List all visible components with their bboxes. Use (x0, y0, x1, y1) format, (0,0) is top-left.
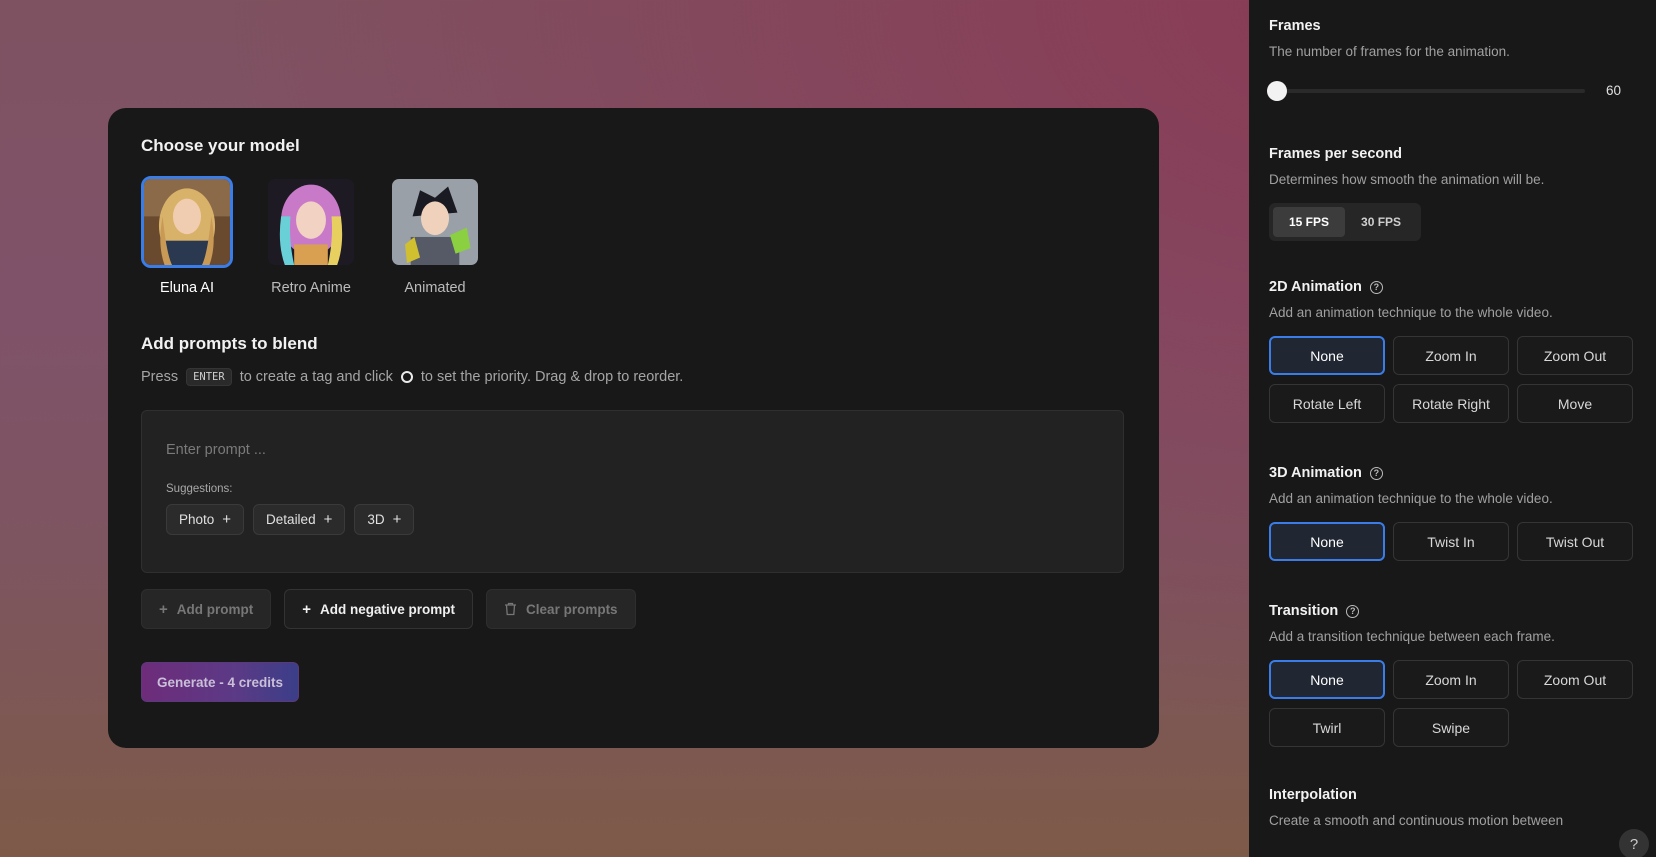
portrait-image (392, 179, 478, 265)
settings-panel: Frames The number of frames for the anim… (1249, 0, 1656, 857)
prompts-title: Add prompts to blend (141, 334, 318, 353)
suggestion-chip-3d[interactable]: 3D + (354, 504, 415, 535)
add-prompt-button[interactable]: + Add prompt (141, 589, 272, 629)
help-circle-icon[interactable]: ? (1346, 604, 1360, 618)
transition-zoom-out[interactable]: Zoom Out (1517, 660, 1633, 699)
frames-title: Frames (1269, 18, 1321, 34)
frames-slider-row: 60 (1267, 80, 1636, 101)
anim2d-rotate-right[interactable]: Rotate Right (1393, 384, 1509, 423)
transition-none[interactable]: None (1269, 660, 1385, 699)
hint-mid: to create a tag and click (239, 369, 393, 385)
prompt-hint: Press ENTER to create a tag and click to… (141, 368, 1126, 386)
model-thumbnail-animated (389, 176, 481, 268)
button-label: Add negative prompt (320, 601, 456, 617)
choose-model-title: Choose your model (141, 136, 300, 155)
model-thumbnail-retro (265, 176, 357, 268)
priority-circle-icon (400, 371, 413, 383)
suggestion-chip-photo[interactable]: Photo + (166, 504, 245, 535)
anim3d-twist-out[interactable]: Twist Out (1517, 522, 1633, 561)
anim2d-options: None Zoom In Zoom Out Rotate Left Rotate… (1269, 336, 1636, 423)
interpolation-desc: Create a smooth and continuous motion be… (1269, 813, 1564, 828)
prompt-box: Suggestions: Photo + Detailed + 3D + (141, 410, 1124, 573)
slider-handle[interactable] (1267, 80, 1287, 101)
clear-prompts-button[interactable]: Clear prompts (486, 589, 636, 629)
model-list: Eluna AI Retro Anime Animated (141, 176, 1126, 296)
fps-toggle: 15 FPS 30 FPS (1269, 203, 1422, 241)
help-button[interactable]: ? (1619, 829, 1649, 857)
model-label: Eluna AI (159, 280, 214, 296)
anim2d-move[interactable]: Move (1517, 384, 1633, 423)
fps-15-button[interactable]: 15 FPS (1273, 207, 1346, 237)
anim2d-zoom-in[interactable]: Zoom In (1393, 336, 1509, 375)
button-label: Add prompt (176, 601, 254, 617)
anim2d-title: 2D Animation ? (1269, 279, 1636, 295)
button-label: Clear prompts (526, 601, 618, 617)
anim2d-zoom-out[interactable]: Zoom Out (1517, 336, 1633, 375)
prompt-actions: + Add prompt + Add negative prompt Clear… (141, 589, 1126, 629)
anim2d-rotate-left[interactable]: Rotate Left (1269, 384, 1385, 423)
chip-label: 3D (367, 512, 385, 527)
plus-icon: + (159, 600, 168, 618)
anim2d-none[interactable]: None (1269, 336, 1385, 375)
model-card: Choose your model Eluna AI Retro Anime A… (108, 108, 1159, 748)
model-eluna-ai[interactable]: Eluna AI (141, 176, 233, 296)
anim3d-twist-in[interactable]: Twist In (1393, 522, 1509, 561)
transition-options: None Zoom In Zoom Out Twirl Swipe (1269, 660, 1636, 747)
suggestion-chips: Photo + Detailed + 3D + (166, 504, 1099, 535)
help-circle-icon[interactable]: ? (1369, 280, 1383, 294)
portrait-image (268, 179, 354, 265)
transition-title: Transition ? (1269, 603, 1636, 619)
add-negative-prompt-button[interactable]: + Add negative prompt (284, 589, 474, 629)
fps-desc: Determines how smooth the animation will… (1269, 172, 1545, 187)
interpolation-title: Interpolation (1269, 787, 1357, 803)
transition-twirl[interactable]: Twirl (1269, 708, 1385, 747)
anim2d-desc: Add an animation technique to the whole … (1269, 305, 1553, 320)
frames-value: 60 (1606, 83, 1622, 98)
fps-30-button[interactable]: 30 FPS (1345, 207, 1417, 237)
prompt-input[interactable] (166, 442, 1099, 458)
model-thumbnail-eluna (141, 176, 233, 268)
hint-end: to set the priority. Drag & drop to reor… (420, 369, 684, 385)
plus-icon: + (302, 600, 312, 618)
trash-icon (505, 602, 517, 616)
frames-slider[interactable] (1267, 80, 1585, 101)
anim3d-title: 3D Animation ? (1269, 465, 1636, 481)
hint-press: Press (141, 369, 179, 385)
generate-button[interactable]: Generate - 4 credits (141, 662, 299, 702)
suggestions-label: Suggestions: (166, 483, 233, 495)
model-retro-anime[interactable]: Retro Anime (265, 176, 357, 296)
fps-title: Frames per second (1269, 146, 1402, 162)
suggestion-chip-detailed[interactable]: Detailed + (253, 504, 346, 535)
portrait-image (144, 179, 230, 265)
frames-desc: The number of frames for the animation. (1269, 44, 1510, 59)
model-label: Animated (404, 280, 466, 296)
transition-desc: Add a transition technique between each … (1269, 629, 1555, 644)
plus-icon: + (323, 511, 333, 528)
help-circle-icon[interactable]: ? (1369, 466, 1383, 480)
plus-icon: + (222, 511, 232, 528)
transition-zoom-in[interactable]: Zoom In (1393, 660, 1509, 699)
transition-swipe[interactable]: Swipe (1393, 708, 1509, 747)
chip-label: Photo (179, 512, 215, 527)
enter-key-badge: ENTER (186, 368, 232, 386)
model-animated[interactable]: Animated (389, 176, 481, 296)
chip-label: Detailed (266, 512, 316, 527)
anim3d-none[interactable]: None (1269, 522, 1385, 561)
model-label: Retro Anime (271, 280, 351, 296)
plus-icon: + (392, 511, 402, 528)
anim3d-desc: Add an animation technique to the whole … (1269, 491, 1553, 506)
anim3d-options: None Twist In Twist Out (1269, 522, 1636, 561)
